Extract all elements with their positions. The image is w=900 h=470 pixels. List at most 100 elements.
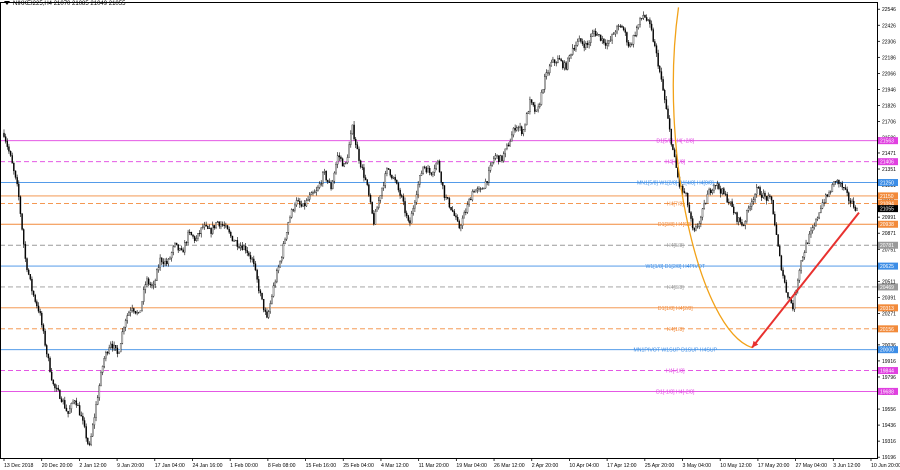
time-axis[interactable]: 13 Dec 2018 20 Dec 20:00 2 Jan 12:00 9 Jan … — [3, 458, 900, 469]
candle-body — [402, 196, 405, 202]
candle-body — [785, 282, 788, 293]
candle-body — [478, 188, 480, 190]
level-label: H4[-1/8] — [666, 369, 685, 375]
candle-body — [588, 42, 590, 45]
candle-body — [165, 261, 168, 265]
level-label: H4[3/8] — [667, 285, 684, 291]
candle-body — [205, 224, 207, 227]
candle-body — [849, 200, 852, 204]
candle-body — [269, 303, 271, 312]
candle-body — [719, 188, 722, 194]
candle-body — [445, 197, 447, 198]
candle-body — [544, 76, 546, 90]
candle-body — [458, 221, 460, 229]
candle-body — [184, 242, 186, 253]
candle-body — [36, 301, 38, 307]
candle-body — [215, 222, 217, 229]
level-badge-text: 20625 — [880, 264, 894, 270]
candle-body — [496, 155, 498, 157]
level-label: MN1PIVOT W1SUP D1SUP H4SUP — [633, 348, 717, 354]
candle-body — [216, 221, 219, 223]
candle-body — [147, 278, 150, 285]
candle-body — [239, 245, 242, 248]
candle-body — [190, 231, 193, 236]
candle-body — [157, 267, 160, 271]
candle-body — [535, 109, 538, 112]
candle-body — [752, 199, 755, 202]
candle-body — [305, 200, 308, 207]
candle-body — [180, 248, 183, 251]
candle-body — [425, 167, 428, 173]
candle-body — [39, 311, 41, 314]
candle-body — [519, 126, 521, 128]
candle-body — [193, 236, 196, 241]
candle-body — [356, 144, 359, 150]
candle-body — [121, 331, 124, 344]
candle-body — [256, 269, 258, 280]
candle-body — [124, 320, 127, 328]
candle-body — [769, 195, 771, 197]
candle-body — [547, 72, 549, 74]
candle-body — [279, 260, 281, 268]
candle-body — [338, 155, 341, 158]
candle-body — [590, 36, 592, 44]
price-tick-label: 19796 — [882, 375, 896, 381]
candle-body — [192, 234, 194, 237]
candle-body — [576, 41, 579, 46]
candle-body — [345, 162, 347, 164]
candle-body — [308, 194, 311, 200]
drawings[interactable] — [672, 7, 860, 349]
price-tick-label: 19916 — [882, 359, 896, 365]
candle-body — [682, 185, 684, 192]
candle-body — [639, 18, 641, 25]
price-axis[interactable]: 22546 22426 22306 22186 22066 21946 21826 21706… — [0, 2, 897, 462]
candle-body — [489, 165, 492, 171]
forecast-arrow[interactable] — [751, 211, 860, 349]
candle-body — [703, 203, 705, 210]
candle-body — [115, 344, 117, 349]
candle-body — [64, 400, 66, 409]
candle-body — [644, 15, 646, 18]
candle-body — [759, 187, 761, 196]
candle-body — [627, 42, 630, 47]
price-tick-label: 20991 — [882, 215, 896, 221]
candle-body — [3, 132, 5, 137]
candle-body — [351, 124, 354, 135]
candle-body — [772, 199, 774, 215]
candle-body — [560, 59, 562, 62]
candle-body — [415, 194, 418, 203]
candle-body — [470, 199, 472, 201]
time-tick-label: 15 Feb 16:00 — [306, 463, 337, 469]
candle-body — [47, 353, 50, 359]
candle-body — [123, 327, 125, 332]
candle-body — [292, 209, 294, 211]
candle-body — [532, 102, 534, 106]
time-tick-label: 26 Mar 12:00 — [494, 463, 525, 469]
candle-body — [378, 200, 380, 209]
candle-body — [138, 312, 140, 313]
candle-body — [328, 181, 331, 183]
candle-body — [596, 34, 599, 36]
candle-body — [622, 27, 625, 30]
candle-body — [647, 19, 649, 21]
candle-body — [848, 192, 850, 201]
price-tick-label: 21706 — [882, 120, 896, 126]
candle-body — [524, 124, 526, 130]
candle-body — [571, 47, 574, 55]
chart-window[interactable]: NIKKEI225,H4 21070 21085 21049 21055 D1[… — [0, 0, 900, 470]
fibo-curve[interactable] — [672, 7, 753, 349]
candle-body — [488, 170, 490, 183]
candle-body — [558, 58, 561, 60]
candle-body — [733, 206, 735, 214]
candle-body — [282, 243, 285, 258]
candle-body — [756, 187, 758, 195]
candle-body — [14, 170, 17, 178]
candle-body — [788, 297, 791, 299]
candle-body — [737, 217, 740, 222]
time-tick-label: 24 Jan 16:00 — [192, 463, 222, 469]
candle-body — [787, 292, 789, 298]
candle-body — [856, 208, 858, 211]
chart-canvas[interactable]: D1[5/8] H4[+2/8]H4[+1/8]MN1[5/8] W1[2/8]… — [0, 0, 900, 470]
candle-body — [568, 55, 571, 59]
candle-body — [726, 194, 728, 203]
